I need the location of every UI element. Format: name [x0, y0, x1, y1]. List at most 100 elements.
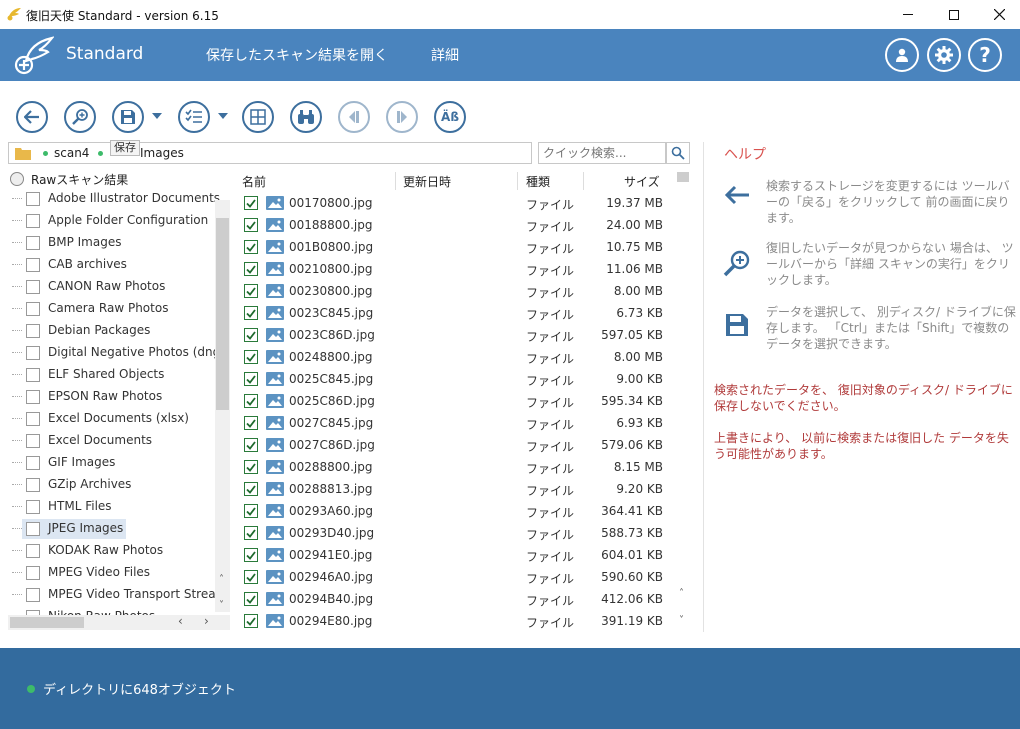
column-separator[interactable] [395, 172, 396, 190]
tree-item[interactable]: Debian Packages [8, 320, 223, 342]
tree-item[interactable]: JPEG Images [8, 518, 223, 540]
view-button[interactable] [242, 101, 274, 133]
list-scroll-down-icon[interactable]: ˅ [679, 615, 684, 626]
file-row[interactable]: 0027C845.jpg ファイル 6.93 KB [235, 412, 675, 434]
select-dropdown-caret[interactable] [218, 113, 228, 119]
tree-item-checkbox[interactable] [26, 390, 40, 404]
file-row-checkbox[interactable] [244, 262, 258, 276]
tree-item[interactable]: Excel Documents [8, 430, 223, 452]
file-row-checkbox[interactable] [244, 504, 258, 518]
file-row-checkbox[interactable] [244, 328, 258, 342]
file-row[interactable]: 00188800.jpg ファイル 24.00 MB [235, 214, 675, 236]
tree-item-checkbox[interactable] [26, 478, 40, 492]
tree-item-checkbox[interactable] [26, 214, 40, 228]
file-row-checkbox[interactable] [244, 306, 258, 320]
file-row[interactable]: 001B0800.jpg ファイル 10.75 MB [235, 236, 675, 258]
tree-item[interactable]: EPSON Raw Photos [8, 386, 223, 408]
column-header-size[interactable]: サイズ [624, 173, 660, 190]
tree-item-checkbox[interactable] [26, 544, 40, 558]
file-row-checkbox[interactable] [244, 592, 258, 606]
tree-item-checkbox[interactable] [26, 522, 40, 536]
tree-item-checkbox[interactable] [26, 236, 40, 250]
file-row[interactable]: 0027C86D.jpg ファイル 579.06 KB [235, 434, 675, 456]
tree-vertical-scroll-thumb[interactable] [216, 218, 229, 410]
file-row-checkbox[interactable] [244, 196, 258, 210]
tree-item-checkbox[interactable] [26, 302, 40, 316]
tree-root-radio[interactable] [10, 172, 24, 186]
tree-scroll-up-icon[interactable]: ˄ [219, 574, 224, 585]
prev-button[interactable] [338, 101, 370, 133]
tree-item[interactable]: Apple Folder Configuration [8, 210, 223, 232]
file-row-checkbox[interactable] [244, 482, 258, 496]
file-row-checkbox[interactable] [244, 284, 258, 298]
column-header-type[interactable]: 種類 [526, 173, 550, 190]
tree-item-checkbox[interactable] [26, 412, 40, 426]
file-row[interactable]: 00288800.jpg ファイル 8.15 MB [235, 456, 675, 478]
settings-button[interactable] [927, 38, 961, 72]
file-row[interactable]: 002946A0.jpg ファイル 590.60 KB [235, 566, 675, 588]
column-separator[interactable] [517, 172, 518, 190]
file-row-checkbox[interactable] [244, 350, 258, 364]
tree-scroll-left-icon[interactable]: ‹ [178, 614, 183, 628]
list-scroll-up-icon[interactable]: ˄ [679, 588, 684, 599]
tree-item[interactable]: BMP Images [8, 232, 223, 254]
tree-item[interactable]: GZip Archives [8, 474, 223, 496]
tree-item[interactable]: GIF Images [8, 452, 223, 474]
tree-item-checkbox[interactable] [26, 456, 40, 470]
minimize-button[interactable] [885, 0, 931, 29]
quick-search-input[interactable] [538, 142, 666, 164]
file-row[interactable]: 00294B40.jpg ファイル 412.06 KB [235, 588, 675, 610]
tree-item-checkbox[interactable] [26, 192, 40, 206]
tree-item[interactable]: Camera Raw Photos [8, 298, 223, 320]
file-row[interactable]: 00230800.jpg ファイル 8.00 MB [235, 280, 675, 302]
file-row-checkbox[interactable] [244, 526, 258, 540]
column-header-name[interactable]: 名前 [242, 173, 266, 190]
save-dropdown-caret[interactable] [152, 113, 162, 119]
file-row-checkbox[interactable] [244, 240, 258, 254]
file-row-checkbox[interactable] [244, 548, 258, 562]
tree-item[interactable]: Excel Documents (xlsx) [8, 408, 223, 430]
file-row[interactable]: 0023C86D.jpg ファイル 597.05 KB [235, 324, 675, 346]
tree-item[interactable]: KODAK Raw Photos [8, 540, 223, 562]
file-row[interactable]: 0025C86D.jpg ファイル 595.34 KB [235, 390, 675, 412]
maximize-button[interactable] [931, 0, 977, 29]
case-sensitive-button[interactable]: Äß [434, 101, 466, 133]
file-row-checkbox[interactable] [244, 460, 258, 474]
column-separator[interactable] [583, 172, 584, 190]
tree-item-checkbox[interactable] [26, 588, 40, 602]
tree-item-checkbox[interactable] [26, 280, 40, 294]
file-row-checkbox[interactable] [244, 438, 258, 452]
select-button[interactable] [178, 101, 210, 133]
file-row-checkbox[interactable] [244, 416, 258, 430]
deep-scan-button[interactable] [64, 101, 96, 133]
user-button[interactable] [885, 38, 919, 72]
file-row[interactable]: 0025C845.jpg ファイル 9.00 KB [235, 368, 675, 390]
file-row-checkbox[interactable] [244, 372, 258, 386]
search-button[interactable] [666, 142, 690, 164]
tree-item-checkbox[interactable] [26, 500, 40, 514]
help-button[interactable]: ? [968, 38, 1002, 72]
file-row-checkbox[interactable] [244, 218, 258, 232]
tree-item[interactable]: Nikon Raw Photos [8, 606, 223, 615]
tree-item-checkbox[interactable] [26, 368, 40, 382]
back-button[interactable] [16, 101, 48, 133]
tree-item-checkbox[interactable] [26, 258, 40, 272]
column-header-modified[interactable]: 更新日時 [403, 173, 451, 190]
tree-item[interactable]: MPEG Video Files [8, 562, 223, 584]
file-row-checkbox[interactable] [244, 570, 258, 584]
file-row-checkbox[interactable] [244, 614, 258, 628]
file-row[interactable]: 002941E0.jpg ファイル 604.01 KB [235, 544, 675, 566]
tree-item-checkbox[interactable] [26, 324, 40, 338]
file-row[interactable]: 0023C845.jpg ファイル 6.73 KB [235, 302, 675, 324]
breadcrumb-segment[interactable]: scan4 [54, 146, 89, 160]
tree-item[interactable]: HTML Files [8, 496, 223, 518]
tree-item[interactable]: CAB archives [8, 254, 223, 276]
breadcrumb[interactable]: scan4 Images [8, 142, 532, 164]
open-saved-scan-link[interactable]: 保存したスキャン結果を開く [206, 45, 388, 65]
tree-item-checkbox[interactable] [26, 434, 40, 448]
file-row-checkbox[interactable] [244, 394, 258, 408]
tree-item[interactable]: MPEG Video Transport Stream [8, 584, 227, 606]
tree-horizontal-scroll-thumb[interactable] [10, 617, 84, 628]
details-link[interactable]: 詳細 [431, 45, 459, 65]
file-row[interactable]: 00210800.jpg ファイル 11.06 MB [235, 258, 675, 280]
